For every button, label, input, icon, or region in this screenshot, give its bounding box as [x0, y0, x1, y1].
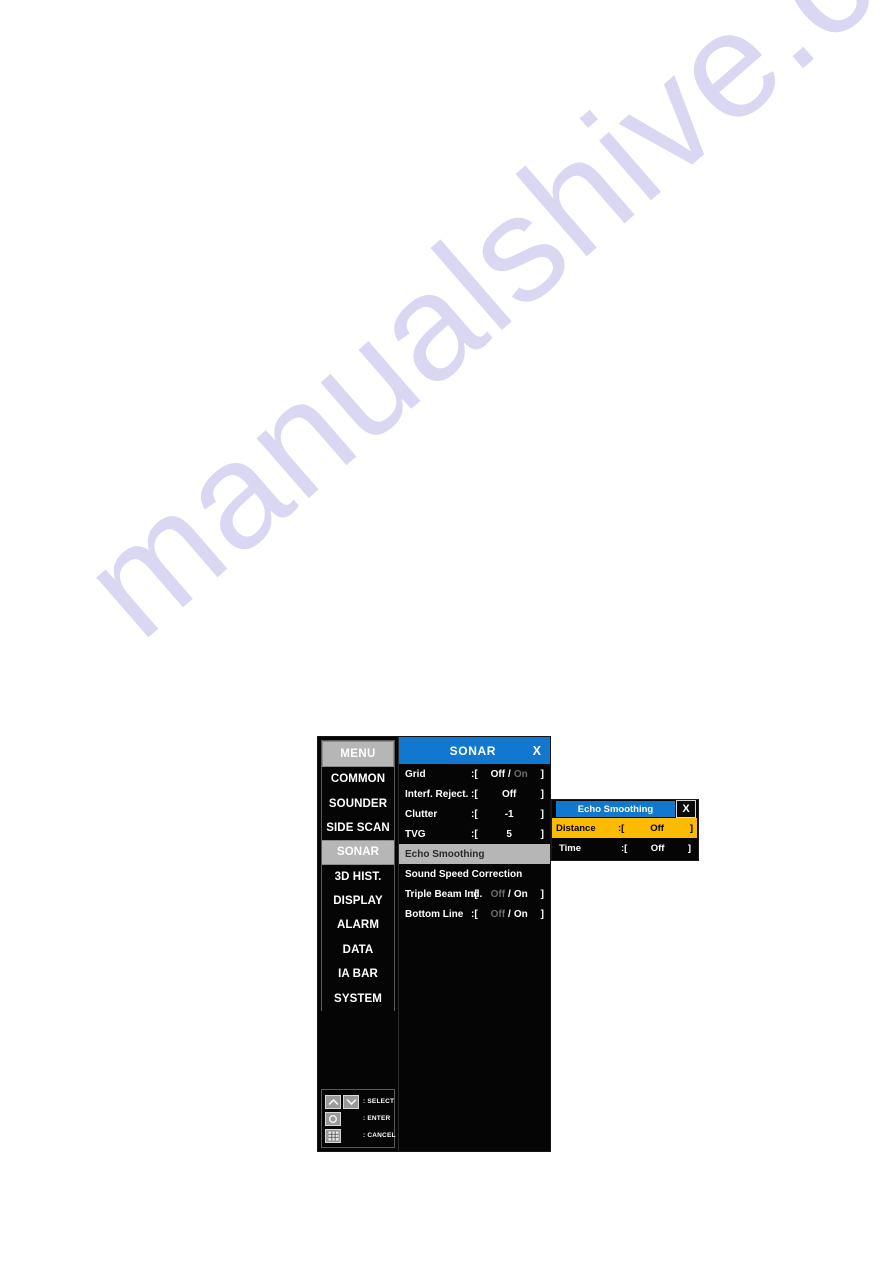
chevron-up-icon[interactable] [325, 1094, 341, 1109]
dialog-option-value-group: :[Off] [618, 823, 693, 834]
legend-key-group [325, 1128, 363, 1143]
legend-row: : SELECT [325, 1093, 395, 1110]
bracket-close: ] [540, 828, 544, 840]
legend-key-group [325, 1094, 363, 1109]
dialog-titlebar: Echo Smoothing X [552, 800, 698, 818]
sonar-option-value-group: :[Off / On] [471, 769, 544, 780]
dialog-option-label: Time [559, 842, 582, 854]
sonar-content-pane: SONAR X Grid:[Off / On] Interf. Reject.:[Of… [398, 737, 550, 1151]
bracket-close: ] [540, 888, 544, 900]
dialog-title: Echo Smoothing [556, 801, 675, 817]
legend-label: : SELECT [363, 1098, 395, 1105]
sonar-option-label: Echo Smoothing [405, 848, 485, 860]
legend-key-group [325, 1111, 363, 1126]
circle-icon[interactable] [325, 1111, 341, 1126]
sonar-menu-panel: MENU COMMON SOUNDER SIDE SCAN SONAR 3D HIST.… [317, 736, 551, 1152]
sonar-option-value-group: :[5] [471, 829, 544, 840]
sidebar-item-system[interactable]: SYSTEM [322, 986, 394, 1010]
sidebar-item-sonar[interactable]: SONAR [322, 840, 394, 865]
sidebar-item-data[interactable]: DATA [322, 938, 394, 962]
sonar-option-label: Grid [405, 768, 426, 780]
sonar-option-value[interactable]: Off / On [478, 889, 541, 900]
chevron-down-icon[interactable] [343, 1094, 359, 1109]
bracket-open: :[ [471, 808, 478, 820]
sonar-option-list: Grid:[Off / On] Interf. Reject.:[Off] Clutte… [399, 764, 550, 924]
sidebar-item-common[interactable]: COMMON [322, 767, 394, 791]
sonar-option-choice[interactable]: Off [491, 909, 505, 920]
bracket-open: :[ [471, 888, 478, 900]
legend-label: : CANCEL [363, 1132, 396, 1139]
option-separator: / [508, 888, 511, 900]
dialog-option-list: Distance :[Off] Time :[Off] [552, 818, 698, 858]
bracket-close: ] [540, 908, 544, 920]
sonar-option-value[interactable]: Off / On [478, 769, 541, 780]
sidebar: MENU COMMON SOUNDER SIDE SCAN SONAR 3D HIST.… [318, 737, 398, 1151]
dialog-option-label: Distance [556, 822, 596, 834]
option-separator: / [508, 768, 511, 780]
sonar-option-row[interactable]: Triple Beam Ind.:[Off / On] [399, 884, 550, 904]
sonar-option-value[interactable]: Off [478, 789, 541, 800]
sonar-option-value-group: :[-1] [471, 809, 544, 820]
sonar-panel-title: SONAR [449, 743, 496, 758]
legend-row: : CANCEL [325, 1127, 395, 1144]
bracket-close: ] [689, 822, 693, 834]
bracket-close: ] [540, 768, 544, 780]
sonar-option-choice[interactable]: On [514, 889, 528, 900]
dialog-option-value-group: :[Off] [621, 843, 691, 854]
sonar-option-row[interactable]: Interf. Reject.:[Off] [399, 784, 550, 804]
dialog-option-value[interactable]: Off [627, 843, 688, 854]
sonar-option-choice[interactable]: Off [491, 769, 505, 780]
bracket-close: ] [540, 788, 544, 800]
sonar-option-value-group: :[Off / On] [471, 889, 544, 900]
sidebar-item-3d-hist[interactable]: 3D HIST. [322, 865, 394, 889]
sonar-option-choice[interactable]: On [514, 769, 528, 780]
dialog-option-row[interactable]: Time :[Off] [555, 838, 695, 858]
bracket-open: :[ [471, 908, 478, 920]
sonar-option-label: Sound Speed Correction [405, 868, 523, 880]
sonar-option-row[interactable]: Grid:[Off / On] [399, 764, 550, 784]
sonar-option-value-group: :[Off / On] [471, 909, 544, 920]
sonar-option-value[interactable]: -1 [478, 809, 541, 820]
key-legend: : SELECT : ENTER : CANCEL [321, 1089, 395, 1148]
watermark-text: manualshive.com [51, 0, 893, 669]
sidebar-item-sounder[interactable]: SOUNDER [322, 791, 394, 815]
close-icon[interactable]: X [533, 744, 541, 758]
bracket-open: :[ [471, 828, 478, 840]
legend-label: : ENTER [363, 1115, 391, 1122]
sidebar-menu-box: MENU COMMON SOUNDER SIDE SCAN SONAR 3D HIST.… [321, 740, 395, 1011]
dialog-option-row[interactable]: Distance :[Off] [552, 818, 697, 838]
sonar-option-value[interactable]: Off / On [478, 909, 541, 920]
sonar-option-choice[interactable]: On [514, 909, 528, 920]
bracket-open: :[ [471, 768, 478, 780]
sonar-option-row[interactable]: Sound Speed Correction [399, 864, 550, 884]
sonar-option-row[interactable]: Echo Smoothing [399, 844, 550, 864]
sonar-option-value-group: :[Off] [471, 789, 544, 800]
sidebar-item-ia-bar[interactable]: IA BAR [322, 962, 394, 986]
sonar-option-row[interactable]: Bottom Line:[Off / On] [399, 904, 550, 924]
sidebar-item-display[interactable]: DISPLAY [322, 889, 394, 913]
bracket-close: ] [687, 842, 691, 854]
sonar-option-label: Interf. Reject. [405, 788, 469, 800]
sonar-option-row[interactable]: TVG :[5] [399, 824, 550, 844]
sonar-option-choice[interactable]: Off [491, 889, 505, 900]
sonar-option-label: TVG [405, 828, 426, 840]
sidebar-menu-header[interactable]: MENU [322, 741, 394, 767]
echo-smoothing-dialog: Echo Smoothing X Distance :[Off] Time :[Off… [551, 799, 699, 861]
sonar-option-label: Bottom Line [405, 908, 464, 920]
grid-menu-icon[interactable] [325, 1128, 341, 1143]
sonar-option-label: Clutter [405, 808, 438, 820]
sonar-titlebar: SONAR X [399, 737, 550, 764]
bracket-open: :[ [471, 788, 478, 800]
option-separator: / [508, 908, 511, 920]
sidebar-item-list: COMMON SOUNDER SIDE SCAN SONAR 3D HIST. DISPL… [322, 767, 394, 1011]
dialog-option-value[interactable]: Off [624, 823, 690, 834]
sidebar-item-alarm[interactable]: ALARM [322, 913, 394, 937]
sonar-option-value[interactable]: 5 [478, 829, 541, 840]
sidebar-item-side-scan[interactable]: SIDE SCAN [322, 816, 394, 840]
legend-row: : ENTER [325, 1110, 392, 1127]
sonar-option-row[interactable]: Clutter :[-1] [399, 804, 550, 824]
bracket-close: ] [540, 808, 544, 820]
dialog-close-icon[interactable]: X [676, 800, 696, 818]
